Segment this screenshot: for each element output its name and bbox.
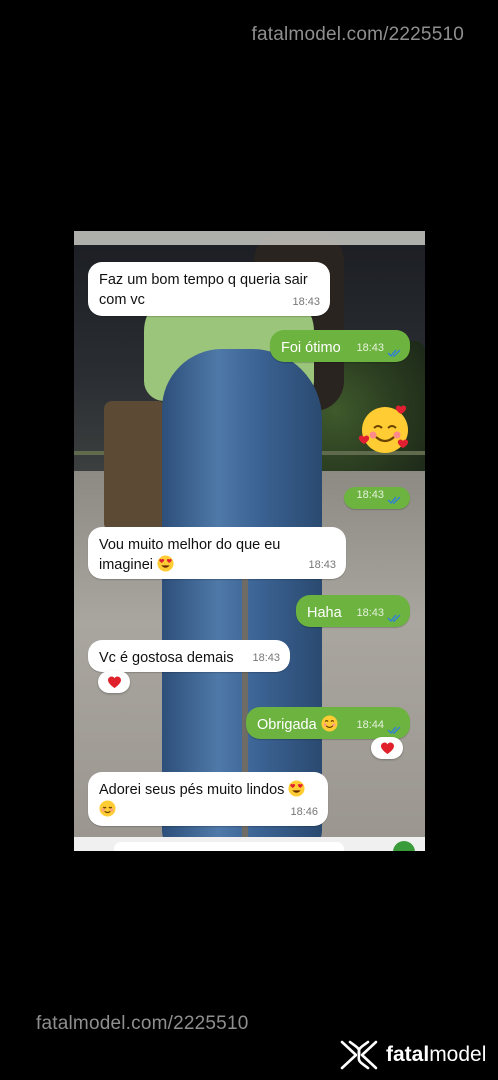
message-time: 18:43: [252, 652, 280, 664]
message-time: 18:43: [356, 489, 384, 501]
red-heart-icon: [107, 675, 121, 688]
message-outgoing[interactable]: Haha 18:43: [296, 595, 410, 627]
message-time: 18:43: [292, 296, 320, 308]
message-text: Haha: [307, 605, 342, 621]
relieved-face-icon: [99, 800, 116, 817]
red-heart-icon: [380, 741, 394, 754]
mic-button[interactable]: [393, 841, 415, 851]
message-incoming[interactable]: Adorei seus pés muito lindos 18:46: [88, 772, 328, 826]
heart-eyes-icon: [288, 780, 305, 797]
read-ticks-icon: [387, 614, 401, 623]
message-text: Faz um bom tempo q queria sair com vc: [99, 272, 308, 308]
message-incoming[interactable]: Vc é gostosa demais 18:43: [88, 640, 290, 672]
message-text: Vc é gostosa demais: [99, 650, 234, 666]
read-ticks-icon: [387, 726, 401, 735]
message-outgoing[interactable]: Obrigada 18:44: [246, 707, 410, 739]
watermark-bottom: fatalmodel.com/2225510: [36, 1013, 249, 1034]
message-incoming[interactable]: Vou muito melhor do que eu imaginei 18:4…: [88, 527, 346, 579]
message-time: 18:43: [356, 607, 384, 619]
message-input[interactable]: [114, 842, 344, 851]
message-time: 18:43: [356, 342, 384, 354]
message-text: Vou muito melhor do que eu imaginei: [99, 537, 281, 573]
message-time: 18:46: [290, 806, 318, 818]
message-outgoing-time[interactable]: 18:43: [344, 487, 410, 509]
fatalmodel-logo-icon: [340, 1040, 378, 1070]
reaction-badge[interactable]: [98, 671, 130, 693]
message-outgoing[interactable]: Foi ótimo 18:43: [270, 330, 410, 362]
smiling-face-with-hearts-icon: [358, 405, 409, 453]
message-time: 18:44: [356, 719, 384, 731]
compose-bar: [74, 837, 425, 851]
heart-eyes-icon: [157, 555, 174, 572]
chat-screenshot: Faz um bom tempo q queria sair com vc 18…: [74, 231, 425, 851]
message-text: Adorei seus pés muito lindos: [99, 782, 285, 798]
brand-logo: fatalmodel: [338, 1038, 486, 1072]
top-strip: [74, 231, 425, 245]
brand-name: fatalmodel: [386, 1043, 487, 1066]
message-text: Foi ótimo: [281, 340, 341, 356]
reaction-badge[interactable]: [371, 737, 403, 759]
read-ticks-icon: [387, 496, 401, 505]
message-time: 18:43: [308, 559, 336, 571]
watermark-top: fatalmodel.com/2225510: [251, 24, 464, 45]
read-ticks-icon: [387, 349, 401, 358]
smiling-face-icon: [321, 715, 338, 732]
message-incoming[interactable]: Faz um bom tempo q queria sair com vc 18…: [88, 262, 330, 316]
message-text: Obrigada: [257, 717, 317, 733]
